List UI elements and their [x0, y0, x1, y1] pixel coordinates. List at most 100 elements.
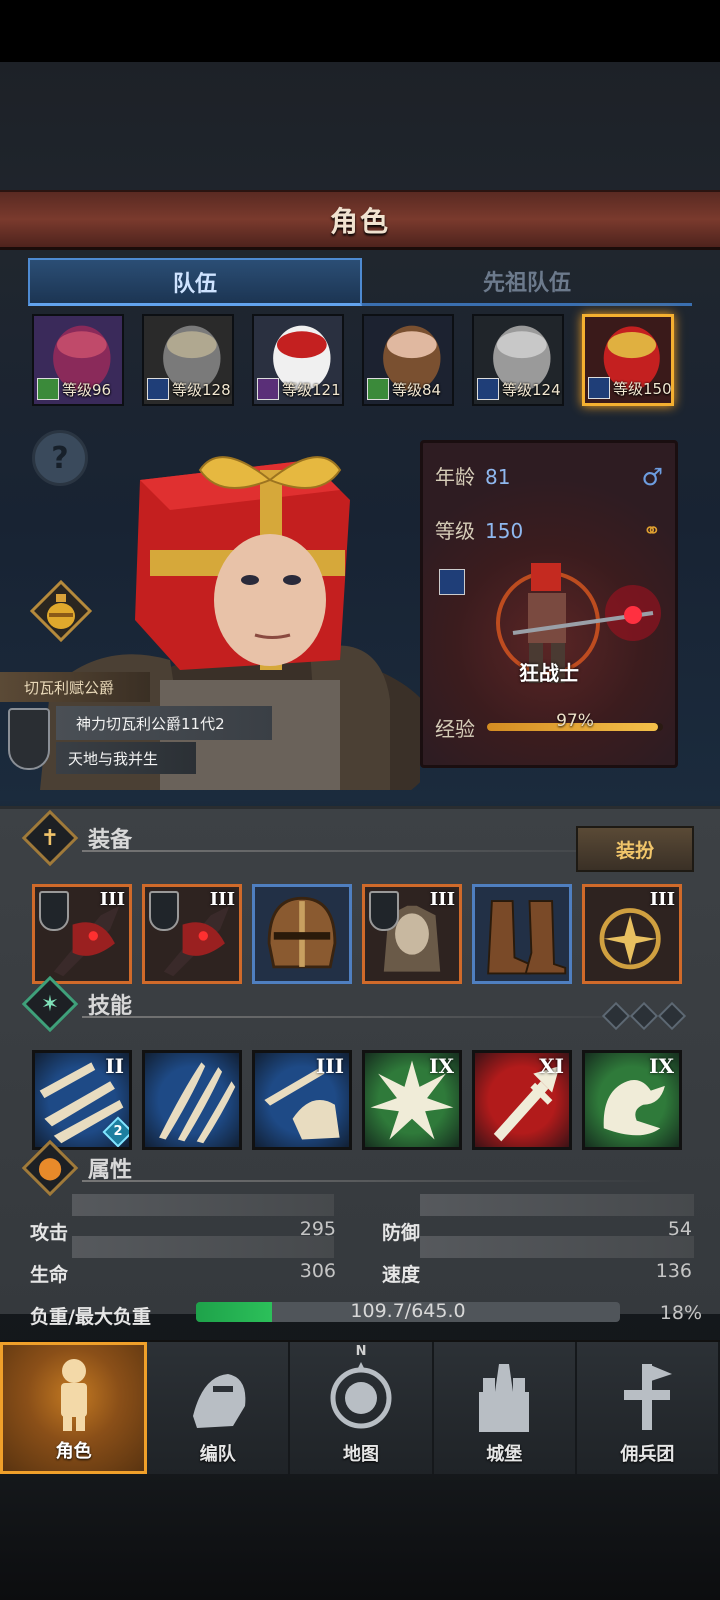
defense-label: 防御	[382, 1222, 421, 1244]
party-member-level: 等级96	[62, 381, 112, 399]
party-member[interactable]: 等级150	[582, 314, 674, 406]
slot-diamond-icon	[657, 1001, 687, 1031]
attack-bar	[72, 1194, 334, 1216]
attributes-header: ⬤ 属性	[21, 1139, 662, 1197]
skill-slots: II 2 III IX XI IX	[32, 1050, 694, 1150]
sword-icon	[588, 377, 610, 399]
nav-item-label: 佣兵团	[620, 1444, 675, 1465]
nav-item[interactable]: N 地图	[290, 1342, 434, 1474]
skill-slot[interactable]: III	[252, 1050, 352, 1150]
nav-item-label: 角色	[55, 1441, 92, 1462]
marriage-rings-icon[interactable]: ⚭	[643, 519, 661, 544]
lock-shield-icon	[39, 891, 69, 931]
level-label: 等级	[435, 519, 475, 543]
title-banner: 角色	[0, 190, 720, 250]
skills-header: ✶ 技能	[21, 975, 662, 1033]
nav-item[interactable]: 编队	[147, 1342, 291, 1474]
party-row: 等级96 等级128 等级121 等级84 等级124 等级150	[32, 314, 692, 408]
divider	[82, 1016, 662, 1018]
nav-item-label: 城堡	[486, 1444, 523, 1465]
equipment-slot[interactable]	[252, 884, 352, 984]
party-member[interactable]: 等级84	[362, 314, 454, 406]
speed-label: 速度	[382, 1264, 421, 1286]
tab-ancestor-team[interactable]: 先祖队伍	[362, 258, 692, 306]
hp-row: 生命 306	[30, 1260, 336, 1287]
nav-item-label: 地图	[343, 1444, 379, 1465]
wand-icon	[257, 378, 279, 400]
party-member[interactable]: 等级96	[32, 314, 124, 406]
equipment-slot[interactable]: III	[142, 884, 242, 984]
party-member-level: 等级121	[282, 381, 341, 399]
party-member-level: 等级84	[392, 381, 442, 399]
attack-value: 295	[299, 1218, 336, 1240]
house-tag: 切瓦利赋公爵	[0, 672, 150, 702]
skill-slot[interactable]: IX	[362, 1050, 462, 1150]
skill-tier: IX	[649, 1054, 674, 1078]
sword-icon	[477, 378, 499, 400]
speed-row: 速度 136	[382, 1260, 692, 1287]
potion-drop-icon: ⬤	[37, 1155, 63, 1181]
exp-label: 经验	[435, 717, 475, 741]
page-title: 角色	[329, 204, 390, 238]
formation-icon	[192, 1374, 246, 1428]
status-bar-area	[0, 0, 720, 62]
nav-item[interactable]: 佣兵团	[577, 1342, 720, 1474]
cross-icon: ✝	[40, 825, 60, 851]
party-member[interactable]: 等级124	[472, 314, 564, 406]
claw-slash-icon	[159, 1062, 236, 1144]
equipment-slot[interactable]: III	[362, 884, 462, 984]
team-tabs: 队伍 先祖队伍	[28, 258, 692, 306]
class-name: 狂战士	[519, 661, 579, 685]
lock-shield-icon	[149, 891, 179, 931]
ranger-icon	[37, 378, 59, 400]
party-member[interactable]: 等级128	[142, 314, 234, 406]
hero-info-panel: 年龄 81 ♂ 等级 150 ⚭ 狂战士 经验 97%	[420, 440, 678, 768]
level-row: 等级 150	[435, 515, 523, 544]
age-value: 81	[485, 465, 511, 489]
slot-diamond-icon	[629, 1001, 659, 1031]
equipment-slot[interactable]	[472, 884, 572, 984]
party-member[interactable]: 等级121	[252, 314, 344, 406]
skill-slot[interactable]: IX	[582, 1050, 682, 1150]
skill-slot[interactable]: XI	[472, 1050, 572, 1150]
equipment-header: ✝ 装备	[21, 809, 662, 867]
exp-percent: 97%	[556, 711, 594, 731]
nav-item[interactable]: 角色	[0, 1342, 148, 1474]
tier-badge: III	[429, 889, 455, 910]
hero-motto: 天地与我并生	[56, 742, 196, 774]
divider	[82, 1180, 662, 1182]
load-label: 负重/最大负重	[30, 1306, 151, 1328]
nav-item[interactable]: 城堡	[434, 1342, 577, 1474]
skill-tier: II	[105, 1054, 124, 1078]
age-label: 年龄	[435, 465, 475, 489]
north-marker: N	[355, 1344, 367, 1359]
male-icon: ♂	[641, 463, 663, 491]
speed-value: 136	[655, 1260, 692, 1282]
load-percent: 18%	[659, 1302, 702, 1324]
age-row: 年龄 81	[435, 461, 510, 490]
load-value: 109.7/645.0	[350, 1300, 466, 1322]
equipment-slot[interactable]: III	[582, 884, 682, 984]
sword-class-icon	[439, 569, 465, 595]
boots-icon	[487, 900, 567, 975]
divider	[82, 850, 662, 852]
star-burst-icon: ✶	[40, 991, 60, 1017]
skill-slot[interactable]: II 2	[32, 1050, 132, 1150]
skill-slot[interactable]	[142, 1050, 242, 1150]
castle-icon	[479, 1364, 530, 1432]
compass-map-icon	[330, 1362, 392, 1429]
bottom-nav: 角色 编队 N 地图 城堡 佣兵团	[0, 1340, 720, 1474]
defense-row: 防御 54	[382, 1218, 692, 1245]
system-nav-area	[0, 1474, 720, 1600]
tab-team[interactable]: 队伍	[28, 258, 362, 306]
tier-badge: III	[209, 889, 235, 910]
equipment-slot[interactable]: III	[32, 884, 132, 984]
tier-badge: III	[649, 889, 675, 910]
hp-value: 306	[299, 1260, 336, 1282]
dress-up-button[interactable]: 装扮	[576, 826, 694, 872]
shield-icon	[8, 708, 50, 770]
hero-name: 神力切瓦利公爵11代2	[56, 706, 272, 740]
nav-item-label: 编队	[199, 1444, 236, 1465]
attack-row: 攻击 295	[30, 1218, 336, 1245]
class-figure	[496, 563, 661, 683]
